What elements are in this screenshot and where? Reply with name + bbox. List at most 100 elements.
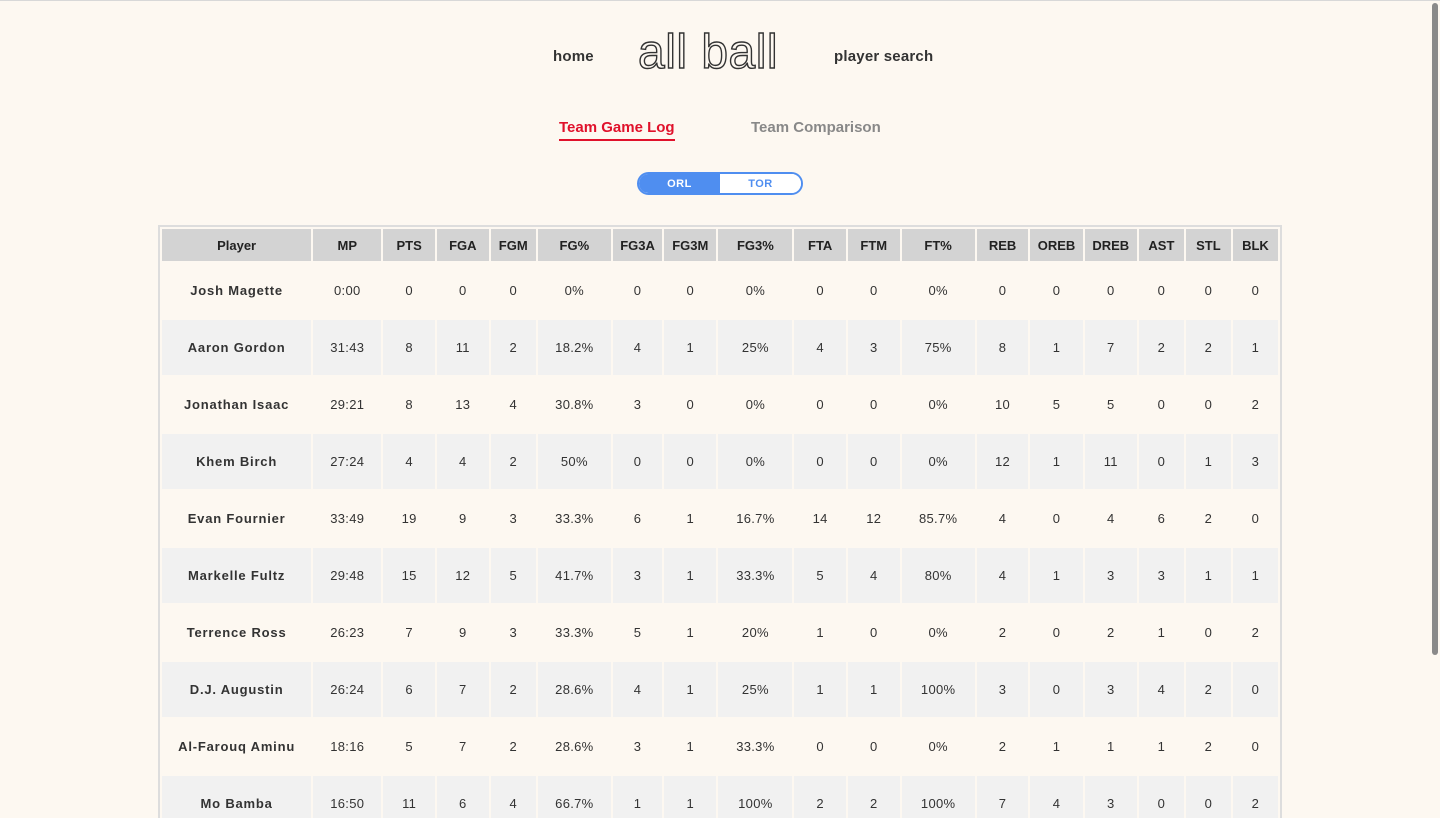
nav-home-link[interactable]: home — [553, 48, 594, 65]
player-name-cell[interactable]: Markelle Fultz — [162, 548, 312, 603]
player-name-cell[interactable]: Terrence Ross — [162, 605, 312, 660]
stat-cell: 0 — [1232, 719, 1278, 774]
column-header[interactable]: Player — [162, 229, 312, 261]
stat-cell: 4 — [976, 491, 1029, 546]
column-header[interactable]: BLK — [1232, 229, 1278, 261]
table-row: Markelle Fultz 29:48 15 12 5 41.7% 3 1 33.3% 5 4 80… — [162, 548, 1278, 603]
column-header[interactable]: FGA — [436, 229, 489, 261]
stat-cell: 5 — [490, 548, 536, 603]
stat-cell: 3 — [1084, 548, 1137, 603]
stat-cell: 4 — [612, 662, 663, 717]
stat-cell: 0 — [1185, 377, 1231, 432]
stat-cell: 2 — [794, 776, 846, 818]
stat-cell: 0% — [901, 434, 975, 489]
stat-cell: 2 — [847, 776, 900, 818]
stat-cell: 0 — [847, 719, 900, 774]
player-name-cell[interactable]: Aaron Gordon — [162, 320, 312, 375]
column-header[interactable]: AST — [1138, 229, 1184, 261]
stat-cell: 4 — [383, 434, 435, 489]
table-row: Khem Birch 27:24 4 4 2 50% 0 0 0% 0 0 0% 12 1 11 0 1 3 — [162, 434, 1278, 489]
player-name-cell[interactable]: Khem Birch — [162, 434, 312, 489]
column-header[interactable]: FG% — [537, 229, 611, 261]
stat-cell: 16.7% — [718, 491, 793, 546]
tab-team-comparison[interactable]: Team Comparison — [751, 119, 881, 139]
stat-cell: 0% — [718, 377, 793, 432]
stat-cell: 33.3% — [718, 719, 793, 774]
column-header[interactable]: DREB — [1084, 229, 1137, 261]
stat-cell: 0 — [1138, 263, 1184, 318]
stat-cell: 0 — [847, 377, 900, 432]
table-row: Evan Fournier 33:49 19 9 3 33.3% 6 1 16.7% 14 12 85… — [162, 491, 1278, 546]
stat-cell: 27:24 — [313, 434, 382, 489]
stat-cell: 66.7% — [537, 776, 611, 818]
table-row: Terrence Ross 26:23 7 9 3 33.3% 5 1 20% 1 0 0% 2 0 2 1 0… — [162, 605, 1278, 660]
stat-cell: 3 — [612, 548, 663, 603]
stat-cell: 1 — [794, 662, 846, 717]
stat-cell: 0% — [901, 605, 975, 660]
stat-cell: 3 — [1138, 548, 1184, 603]
stat-cell: 80% — [901, 548, 975, 603]
stat-cell: 4 — [436, 434, 489, 489]
column-header[interactable]: FG3A — [612, 229, 663, 261]
column-header[interactable]: STL — [1185, 229, 1231, 261]
stat-cell: 0 — [847, 263, 900, 318]
stat-cell: 3 — [612, 377, 663, 432]
column-header[interactable]: FTA — [794, 229, 846, 261]
column-header[interactable]: REB — [976, 229, 1029, 261]
stat-cell: 1 — [664, 320, 717, 375]
stat-cell: 18:16 — [313, 719, 382, 774]
column-header[interactable]: FG3% — [718, 229, 793, 261]
stat-cell: 0% — [537, 263, 611, 318]
stat-cell: 1 — [1030, 719, 1083, 774]
stat-cell: 100% — [718, 776, 793, 818]
stat-cell: 1 — [664, 719, 717, 774]
stat-cell: 1 — [1232, 320, 1278, 375]
stat-cell: 13 — [436, 377, 489, 432]
stat-cell: 2 — [1185, 719, 1231, 774]
column-header[interactable]: OREB — [1030, 229, 1083, 261]
stat-cell: 1 — [1232, 548, 1278, 603]
player-name-cell[interactable]: D.J. Augustin — [162, 662, 312, 717]
stat-cell: 0 — [847, 605, 900, 660]
team-toggle: ORL TOR — [637, 172, 803, 195]
player-name-cell[interactable]: Jonathan Isaac — [162, 377, 312, 432]
stat-cell: 28.6% — [537, 719, 611, 774]
column-header[interactable]: FT% — [901, 229, 975, 261]
team-toggle-orl[interactable]: ORL — [639, 174, 720, 193]
stat-cell: 0 — [1232, 491, 1278, 546]
stat-cell: 1 — [1138, 719, 1184, 774]
stat-cell: 1 — [1185, 548, 1231, 603]
stat-cell: 0 — [490, 263, 536, 318]
site-logo[interactable]: all ball — [637, 26, 778, 79]
stat-cell: 12 — [436, 548, 489, 603]
column-header[interactable]: FGM — [490, 229, 536, 261]
stat-cell: 12 — [847, 491, 900, 546]
stat-cell: 30.8% — [537, 377, 611, 432]
team-toggle-tor[interactable]: TOR — [720, 174, 801, 193]
table-row: Josh Magette 0:00 0 0 0 0% 0 0 0% 0 0 0% 0 0 0 0 0 0 — [162, 263, 1278, 318]
stat-cell: 100% — [901, 776, 975, 818]
player-name-cell[interactable]: Mo Bamba — [162, 776, 312, 818]
stat-cell: 4 — [490, 776, 536, 818]
stat-cell: 8 — [976, 320, 1029, 375]
game-log-table-container: Player MP PTS FGA FGM FG% FG3A FG3M FG3% FTA FTM FT… — [158, 225, 1282, 818]
page-scrollbar[interactable] — [1432, 3, 1438, 655]
stat-cell: 2 — [976, 605, 1029, 660]
stat-cell: 2 — [1232, 377, 1278, 432]
column-header[interactable]: PTS — [383, 229, 435, 261]
stat-cell: 7 — [436, 662, 489, 717]
tab-team-game-log[interactable]: Team Game Log — [559, 119, 675, 141]
stat-cell: 9 — [436, 605, 489, 660]
player-name-cell[interactable]: Al-Farouq Aminu — [162, 719, 312, 774]
stat-cell: 2 — [490, 320, 536, 375]
column-header[interactable]: FTM — [847, 229, 900, 261]
stat-cell: 11 — [1084, 434, 1137, 489]
stat-cell: 10 — [976, 377, 1029, 432]
column-header[interactable]: FG3M — [664, 229, 717, 261]
player-name-cell[interactable]: Josh Magette — [162, 263, 312, 318]
stat-cell: 4 — [847, 548, 900, 603]
column-header[interactable]: MP — [313, 229, 382, 261]
nav-player-search-link[interactable]: player search — [834, 48, 933, 65]
stat-cell: 7 — [976, 776, 1029, 818]
player-name-cell[interactable]: Evan Fournier — [162, 491, 312, 546]
